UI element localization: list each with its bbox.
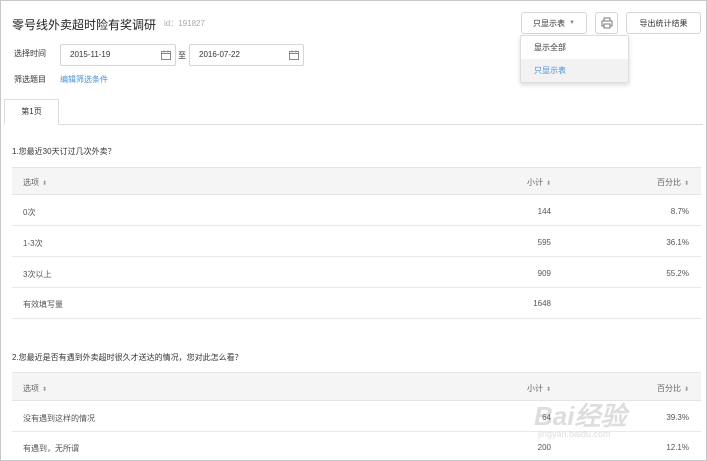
question-title: 2.您最近是否有遇到外卖超时很久才送达的情况，您对此怎么看？ <box>12 353 243 362</box>
chevron-down-icon: ▼ <box>569 20 575 26</box>
display-filter-button[interactable]: 只显示表 ▼ <box>521 12 587 34</box>
calendar-icon[interactable] <box>289 50 299 60</box>
row-count: 200 <box>537 443 551 452</box>
start-date-input[interactable]: 2015-11-19 <box>60 44 176 66</box>
display-filter-label: 只显示表 <box>533 18 566 28</box>
column-header-count[interactable]: 小计 ⬍ <box>527 383 551 394</box>
sort-icon: ⬍ <box>683 387 689 393</box>
table-header: 选项 ⬍ 小计 ⬍ 百分比 ⬍ <box>12 167 701 195</box>
print-button[interactable] <box>595 12 618 34</box>
table-row: 没有遇到这样的情况 64 39.3% <box>12 401 701 432</box>
row-option: 没有遇到这样的情况 <box>23 414 95 423</box>
printer-icon <box>601 17 612 29</box>
sort-icon: ⬍ <box>42 181 48 187</box>
end-date-input[interactable]: 2016-07-22 <box>189 44 304 66</box>
row-option: 0次 <box>23 208 36 217</box>
row-percent: 55.2% <box>666 269 689 278</box>
dropdown-item-show-all[interactable]: 显示全部 <box>521 36 628 59</box>
row-percent: 36.1% <box>666 238 689 247</box>
column-header-option[interactable]: 选项 ⬍ <box>23 383 47 394</box>
table-row: 3次以上 909 55.2% <box>12 257 701 288</box>
display-filter-dropdown: 显示全部 只显示表 <box>520 35 629 83</box>
time-label: 选择时间 <box>14 49 46 58</box>
sort-icon: ⬍ <box>545 181 551 187</box>
row-option: 1-3次 <box>23 239 43 248</box>
tab-page-1[interactable]: 第1页 <box>4 99 59 125</box>
survey-report-window: 零号线外卖超时险有奖调研 id：191827 只显示表 ▼ 导出统计结果 显示全… <box>0 0 707 461</box>
start-date-value: 2015-11-19 <box>70 50 111 59</box>
row-option: 有遇到，无所谓 <box>23 444 79 453</box>
table-row: 有遇到，无所谓 200 12.1% <box>12 432 701 460</box>
edit-filter-conditions-link[interactable]: 编辑筛选条件 <box>60 74 108 85</box>
export-results-button[interactable]: 导出统计结果 <box>626 12 701 34</box>
column-header-count[interactable]: 小计 ⬍ <box>527 177 551 188</box>
calendar-icon[interactable] <box>161 50 171 60</box>
table-row: 1-3次 595 36.1% <box>12 226 701 257</box>
sort-icon: ⬍ <box>42 387 48 393</box>
row-count: 909 <box>537 269 551 278</box>
column-header-option[interactable]: 选项 ⬍ <box>23 177 47 188</box>
table-header: 选项 ⬍ 小计 ⬍ 百分比 ⬍ <box>12 372 701 401</box>
row-option: 有效填写量 <box>23 300 63 309</box>
survey-id: id：191827 <box>164 19 205 28</box>
row-percent: 39.3% <box>666 413 689 422</box>
row-percent: 12.1% <box>666 443 689 452</box>
page-title: 零号线外卖超时险有奖调研 <box>12 18 157 32</box>
row-count: 1648 <box>533 299 551 308</box>
row-count: 144 <box>537 207 551 216</box>
table-row-total: 有效填写量 1648 <box>12 288 701 319</box>
dropdown-item-show-table-only[interactable]: 只显示表 <box>521 59 628 82</box>
end-date-value: 2016-07-22 <box>199 50 240 59</box>
question-filter-label: 筛选题目 <box>14 75 46 84</box>
row-count: 595 <box>537 238 551 247</box>
table-row: 0次 144 8.7% <box>12 195 701 226</box>
column-header-percent[interactable]: 百分比 ⬍ <box>657 177 689 188</box>
sort-icon: ⬍ <box>683 181 689 187</box>
row-option: 3次以上 <box>23 270 52 279</box>
date-range-separator: 至 <box>178 51 186 60</box>
column-header-percent[interactable]: 百分比 ⬍ <box>657 383 689 394</box>
row-count: 64 <box>542 413 551 422</box>
question-title: 1.您最近30天订过几次外卖？ <box>12 147 116 156</box>
tab-divider <box>4 124 703 125</box>
row-percent: 8.7% <box>670 207 689 216</box>
sort-icon: ⬍ <box>545 387 551 393</box>
